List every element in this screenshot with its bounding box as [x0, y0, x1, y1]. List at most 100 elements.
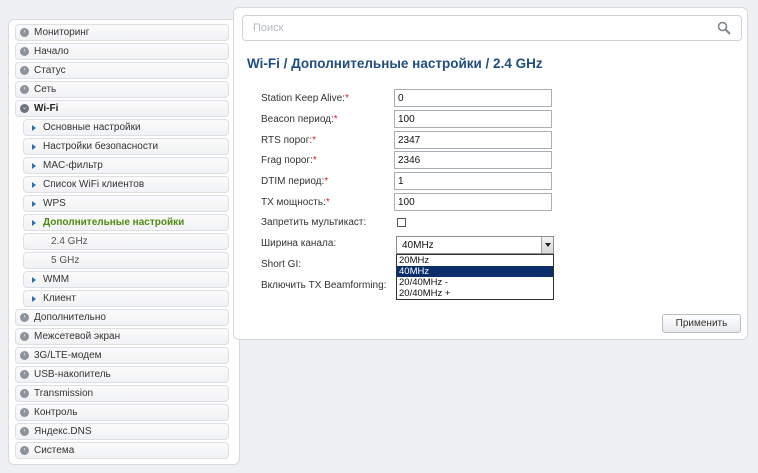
sidebar-item-client[interactable]: Клиент	[23, 290, 229, 307]
sidebar-item-label: MAC-фильтр	[43, 160, 103, 171]
sidebar-item-monitoring[interactable]: › Мониторинг	[15, 24, 229, 41]
sidebar-item-5ghz[interactable]: 5 GHz	[23, 252, 229, 269]
dtim-period-field[interactable]	[394, 172, 552, 190]
expand-icon: ›	[20, 370, 29, 379]
sidebar-item-label: 5 GHz	[51, 255, 80, 266]
channel-width-option[interactable]: 20MHz	[397, 255, 553, 266]
expand-icon: ›	[20, 427, 29, 436]
tx-beamforming-row: Включить TX Beamforming:	[261, 276, 394, 294]
station-keep-alive-row: Station Keep Alive:*	[261, 89, 552, 107]
sidebar-item-wifi[interactable]: ⌄ Wi-Fi	[15, 100, 229, 117]
expand-icon: ›	[20, 313, 29, 322]
expand-icon: ›	[20, 66, 29, 75]
search-input[interactable]	[243, 16, 703, 40]
sidebar-item-label: Статус	[34, 65, 66, 76]
sidebar-item-label: Transmission	[34, 388, 94, 399]
rts-threshold-label: RTS порог:*	[261, 134, 317, 146]
sidebar-item-2-4ghz[interactable]: 2.4 GHz	[23, 233, 229, 250]
tx-power-label: TX мощность:*	[261, 196, 330, 208]
beacon-period-field[interactable]	[394, 110, 552, 128]
expand-icon: ›	[20, 332, 29, 341]
sidebar-item-label: Межсетевой экран	[34, 331, 121, 342]
rts-threshold-row: RTS порог:*	[261, 131, 552, 149]
required-mark: *	[325, 196, 330, 208]
sidebar-item-3g-lte-modem[interactable]: › 3G/LTE-модем	[15, 347, 229, 364]
expand-icon: ›	[20, 28, 29, 37]
expand-icon: ›	[20, 85, 29, 94]
channel-width-value: 40MHz	[402, 239, 434, 251]
collapse-icon: ⌄	[20, 104, 29, 113]
channel-width-option[interactable]: 20/40MHz +	[397, 288, 553, 299]
sidebar-item-network[interactable]: › Сеть	[15, 81, 229, 98]
short-gi-label: Short GI:	[261, 258, 302, 270]
disable-multicast-checkbox[interactable]	[397, 217, 406, 227]
sidebar-menu: › Мониторинг › Начало › Статус › Сеть ⌄ Wi-Fi…	[8, 19, 240, 465]
sidebar-item-status[interactable]: › Статус	[15, 62, 229, 79]
apply-button[interactable]: Применить	[662, 314, 741, 333]
chevron-down-icon[interactable]	[541, 237, 553, 253]
sidebar-item-label: Мониторинг	[34, 27, 90, 38]
triangle-right-icon	[32, 181, 36, 188]
sidebar-item-firewall[interactable]: › Межсетевой экран	[15, 328, 229, 345]
triangle-right-icon	[32, 219, 36, 226]
page-title: Wi-Fi / Дополнительные настройки / 2.4 G…	[247, 56, 543, 71]
triangle-right-icon	[32, 124, 36, 131]
short-gi-row: Short GI:	[261, 255, 394, 273]
sidebar-item-start[interactable]: › Начало	[15, 43, 229, 60]
sidebar-item-wifi-security[interactable]: Настройки безопасности	[23, 138, 229, 155]
frag-threshold-row: Frag порог:*	[261, 151, 552, 169]
sidebar-item-label: WMM	[43, 274, 70, 285]
expand-icon: ›	[20, 351, 29, 360]
station-keep-alive-field[interactable]	[394, 89, 552, 107]
channel-width-row: Ширина канала:	[261, 234, 394, 252]
sidebar-item-label: USB-накопитель	[34, 369, 111, 380]
tx-power-row: TX мощность:*	[261, 193, 552, 211]
sidebar-item-wifi-basic[interactable]: Основные настройки	[23, 119, 229, 136]
channel-width-label: Ширина канала:	[261, 237, 337, 249]
required-mark: *	[333, 113, 338, 125]
sidebar-item-usb-storage[interactable]: › USB-накопитель	[15, 366, 229, 383]
triangle-right-icon	[32, 200, 36, 207]
required-mark: *	[344, 92, 349, 104]
sidebar-item-label: Настройки безопасности	[43, 141, 159, 152]
tx-power-field[interactable]	[394, 193, 552, 211]
frag-threshold-label: Frag порог:*	[261, 154, 317, 166]
sidebar-item-mac-filter[interactable]: MAC-фильтр	[23, 157, 229, 174]
triangle-right-icon	[32, 143, 36, 150]
frag-threshold-field[interactable]	[394, 151, 552, 169]
sidebar-item-yandex-dns[interactable]: › Яндекс.DNS	[15, 423, 229, 440]
sidebar-item-wps[interactable]: WPS	[23, 195, 229, 212]
rts-threshold-field[interactable]	[394, 131, 552, 149]
disable-multicast-label: Запретить мультикаст:	[261, 216, 367, 228]
sidebar-item-label: Основные настройки	[43, 122, 141, 133]
sidebar-item-label: Wi-Fi	[34, 103, 59, 114]
expand-icon: ›	[20, 389, 29, 398]
expand-icon: ›	[20, 47, 29, 56]
channel-width-option-selected[interactable]: 40MHz	[397, 266, 553, 277]
sidebar-item-system[interactable]: › Система	[15, 442, 229, 459]
sidebar-item-label: Клиент	[43, 293, 76, 304]
triangle-right-icon	[32, 295, 36, 302]
channel-width-option[interactable]: 20/40MHz -	[397, 277, 553, 288]
sidebar-item-wifi-advanced[interactable]: Дополнительные настройки	[23, 214, 229, 231]
sidebar-item-label: Сеть	[34, 84, 57, 95]
sidebar-item-advanced[interactable]: › Дополнительно	[15, 309, 229, 326]
channel-width-dropdown: 20MHz 40MHz 20/40MHz - 20/40MHz +	[396, 254, 554, 300]
search-icon[interactable]	[717, 21, 731, 35]
sidebar-item-label: Яндекс.DNS	[34, 426, 92, 437]
triangle-right-icon	[32, 276, 36, 283]
sidebar-item-transmission[interactable]: › Transmission	[15, 385, 229, 402]
expand-icon: ›	[20, 408, 29, 417]
required-mark: *	[312, 154, 317, 166]
sidebar-item-control[interactable]: › Контроль	[15, 404, 229, 421]
station-keep-alive-label: Station Keep Alive:*	[261, 92, 349, 104]
settings-panel: Wi-Fi / Дополнительные настройки / 2.4 G…	[233, 7, 748, 340]
sidebar-item-wifi-clients[interactable]: Список WiFi клиентов	[23, 176, 229, 193]
tx-beamforming-label: Включить TX Beamforming:	[261, 279, 387, 291]
required-mark: *	[312, 134, 317, 146]
sidebar-item-label: 2.4 GHz	[51, 236, 88, 247]
sidebar-item-wmm[interactable]: WMM	[23, 271, 229, 288]
beacon-period-label: Beacon период:*	[261, 113, 338, 125]
channel-width-select[interactable]: 40MHz	[396, 236, 554, 254]
triangle-right-icon	[32, 162, 36, 169]
